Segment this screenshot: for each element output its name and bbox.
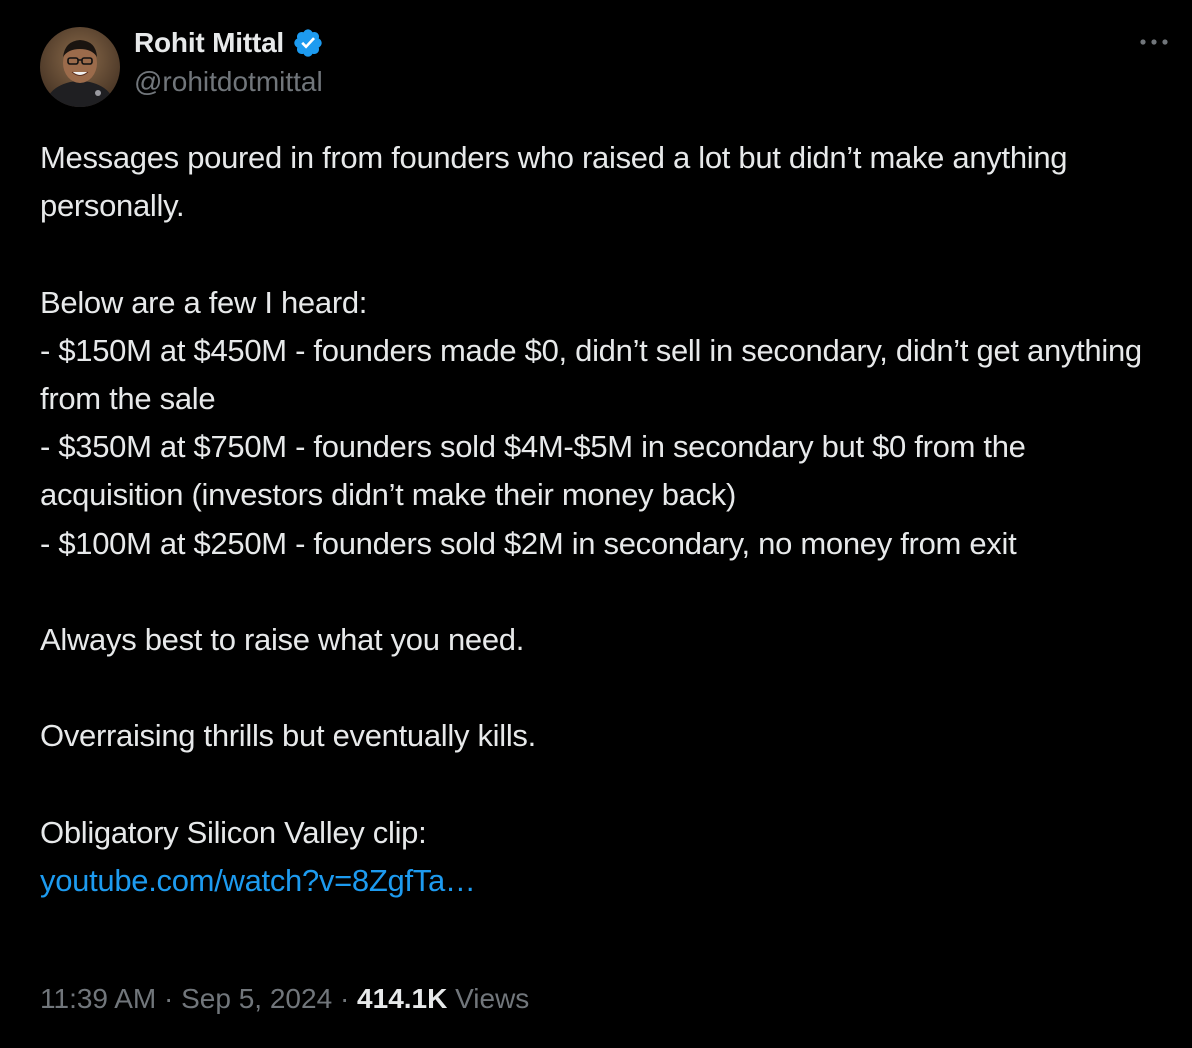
avatar[interactable] xyxy=(40,27,120,107)
tweet-date[interactable]: Sep 5, 2024 xyxy=(181,983,332,1014)
author-name-row: Rohit Mittal xyxy=(134,26,324,60)
tweet-list-intro: Below are a few I heard: xyxy=(40,284,368,320)
tweet-list-item-2: - $350M at $750M - founders sold $4M-$5M… xyxy=(40,429,1034,513)
meta-separator: · xyxy=(164,983,174,1014)
tweet-list-item-3: - $100M at $250M - founders sold $2M in … xyxy=(40,525,1017,561)
author-display-name[interactable]: Rohit Mittal xyxy=(134,27,284,59)
youtube-link[interactable]: youtube.com/watch?v=8ZgfTa… xyxy=(40,863,476,898)
verified-badge-icon[interactable] xyxy=(292,27,324,59)
meta-separator: · xyxy=(339,983,350,1014)
more-options-icon[interactable] xyxy=(1134,30,1174,54)
tweet-paragraph-4: Overraising thrills but eventually kills… xyxy=(40,718,536,754)
tweet-list-item-1: - $150M at $450M - founders made $0, did… xyxy=(40,332,1151,417)
avatar-photo xyxy=(40,27,120,107)
tweet-paragraph-3: Always best to raise what you need. xyxy=(40,622,525,658)
author-handle[interactable]: @rohitdotmittal xyxy=(134,66,323,98)
tweet-meta: 11:39 AM · Sep 5, 2024 · 414.1K Views xyxy=(40,980,529,1018)
tweet-paragraph-5: Obligatory Silicon Valley clip: xyxy=(40,814,427,850)
tweet-text: Messages poured in from founders who rai… xyxy=(40,134,1165,905)
views-count[interactable]: 414.1K xyxy=(357,983,447,1014)
views-label: Views xyxy=(455,983,530,1014)
tweet-paragraph-1: Messages poured in from founders who rai… xyxy=(40,140,1076,224)
tweet-time[interactable]: 11:39 AM xyxy=(40,983,156,1014)
